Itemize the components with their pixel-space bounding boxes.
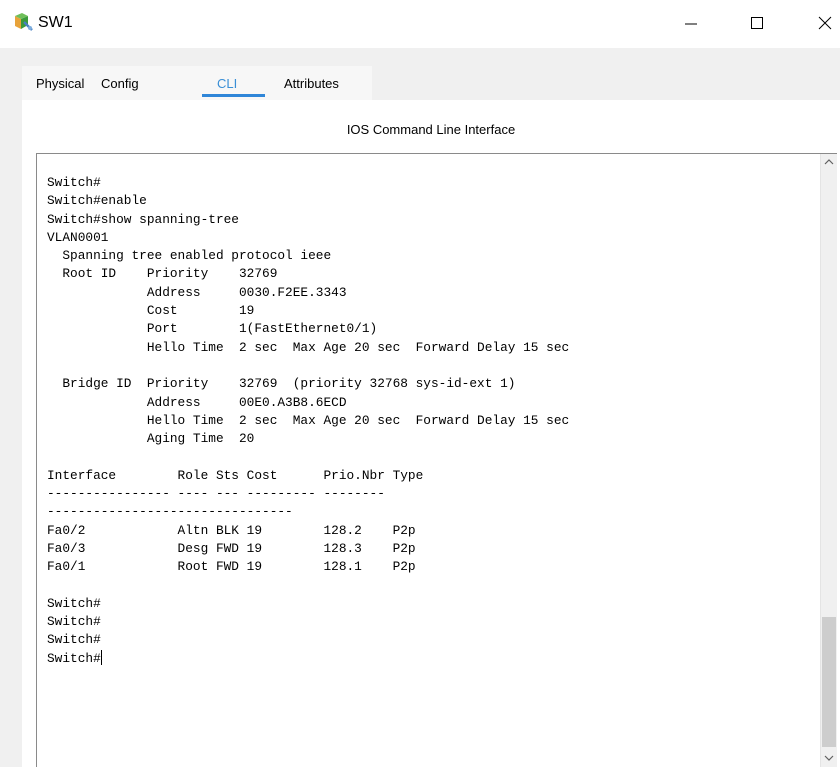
window-title: SW1 bbox=[38, 14, 73, 31]
terminal-prompt: Switch# bbox=[47, 650, 101, 666]
scrollbar-thumb[interactable] bbox=[822, 617, 836, 747]
terminal-line: Spanning tree enabled protocol ieee bbox=[47, 248, 332, 264]
tab-config[interactable]: Config bbox=[101, 76, 139, 91]
cli-panel: IOS Command Line Interface Switch# Switc… bbox=[0, 100, 840, 767]
terminal-line: Hello Time 2 sec Max Age 20 sec Forward … bbox=[47, 412, 570, 428]
scroll-down-button[interactable] bbox=[821, 750, 837, 766]
close-icon bbox=[817, 15, 833, 36]
terminal-line: Fa0/1 Root FWD 19 128.1 P2p bbox=[47, 559, 416, 575]
terminal-line: Fa0/2 Altn BLK 19 128.2 P2p bbox=[47, 522, 416, 538]
maximize-button[interactable] bbox=[742, 14, 772, 36]
terminal-line: Switch# bbox=[47, 175, 101, 190]
close-button[interactable] bbox=[810, 14, 840, 36]
section-header: IOS Command Line Interface bbox=[346, 122, 516, 137]
terminal-line: -------------------------------- bbox=[47, 504, 293, 520]
tab-physical[interactable]: Physical bbox=[36, 76, 84, 91]
tab-cli[interactable]: CLI bbox=[217, 76, 237, 91]
terminal-line: Address 0030.F2EE.3343 bbox=[47, 284, 347, 300]
terminal-line: Switch#show spanning-tree bbox=[47, 211, 239, 227]
chevron-down-icon bbox=[824, 749, 834, 767]
terminal-line: Interface Role Sts Cost Prio.Nbr Type bbox=[47, 467, 424, 483]
terminal-line: ---------------- ---- --- --------- ----… bbox=[47, 486, 385, 502]
vertical-scrollbar[interactable] bbox=[820, 154, 837, 767]
tab-bar: Physical Config CLI Attributes bbox=[22, 66, 372, 100]
terminal-line: Switch#enable bbox=[47, 193, 147, 209]
tab-attributes[interactable]: Attributes bbox=[284, 76, 339, 91]
tab-strip: Physical Config CLI Attributes bbox=[0, 48, 840, 100]
terminal-line: Switch# bbox=[47, 632, 101, 648]
sw1-device-window: SW1 Physical Config CLI Attributes IOS C… bbox=[0, 0, 840, 767]
terminal-line: Switch# bbox=[47, 595, 101, 611]
terminal-line: VLAN0001 bbox=[47, 229, 109, 245]
minimize-button[interactable] bbox=[676, 14, 706, 36]
terminal-output[interactable]: Switch# Switch#enable Switch#show spanni… bbox=[47, 174, 797, 764]
scroll-up-button[interactable] bbox=[821, 154, 837, 170]
terminal-line: Hello Time 2 sec Max Age 20 sec Forward … bbox=[47, 339, 570, 355]
terminal-line: Address 00E0.A3B8.6ECD bbox=[47, 394, 347, 410]
maximize-icon bbox=[749, 15, 765, 36]
terminal-line: Fa0/3 Desg FWD 19 128.3 P2p bbox=[47, 540, 416, 556]
terminal-line: Port 1(FastEthernet0/1) bbox=[47, 321, 378, 337]
terminal-line: Cost 19 bbox=[47, 303, 255, 319]
minimize-icon bbox=[683, 15, 699, 36]
chevron-up-icon bbox=[824, 153, 834, 171]
text-cursor bbox=[100, 649, 102, 665]
title-bar[interactable]: SW1 bbox=[0, 0, 840, 48]
cli-panel-body: IOS Command Line Interface Switch# Switc… bbox=[22, 100, 840, 767]
active-tab-indicator bbox=[202, 94, 265, 97]
terminal-container: Switch# Switch#enable Switch#show spanni… bbox=[36, 153, 837, 767]
terminal-line: Aging Time 20 bbox=[47, 431, 255, 447]
terminal-line: Bridge ID Priority 32769 (priority 32768… bbox=[47, 376, 516, 392]
terminal-line: Root ID Priority 32769 bbox=[47, 266, 278, 282]
packet-tracer-switch-icon bbox=[12, 12, 34, 34]
terminal-line: Switch# bbox=[47, 614, 101, 630]
